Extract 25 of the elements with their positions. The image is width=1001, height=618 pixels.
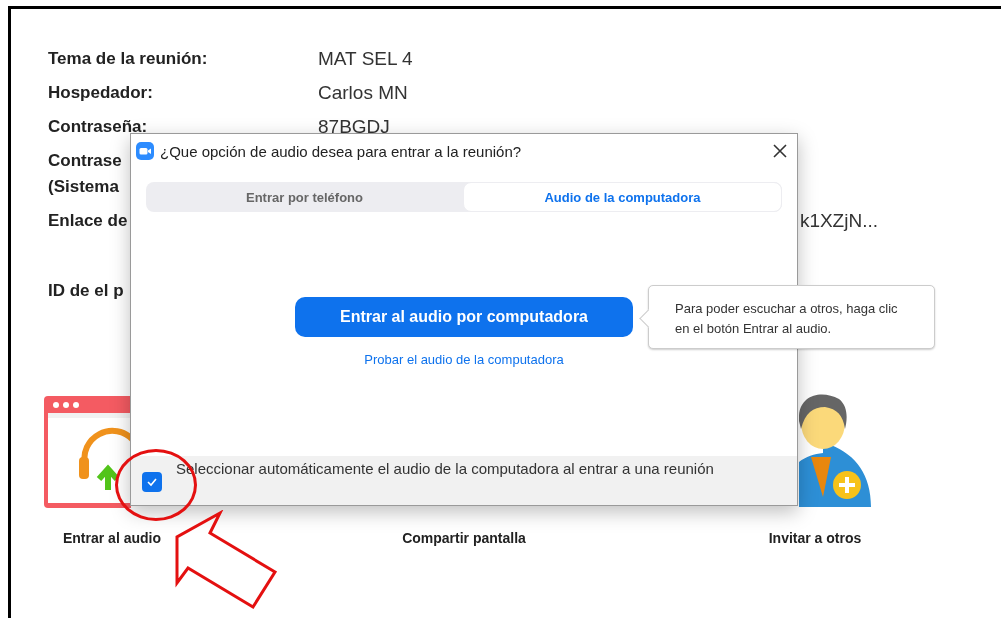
action-label: Compartir pantalla [402,530,526,546]
field-label: Contraseña: [48,116,148,138]
field-value: 87BGDJ [318,116,390,137]
field-value: Carlos MN [318,82,408,103]
field-label: Hospedador: [48,82,153,104]
dialog-title: ¿Que opción de audio desea para entrar a la reunión? [160,142,523,160]
field-label: Tema de la reunión: [48,48,208,70]
field-label: Enlace de [48,210,128,232]
join-audio-button[interactable]: Entrar al audio por computadora [295,297,633,337]
tab[interactable]: Audio de la computadora [463,182,782,212]
action-label: Invitar a otros [768,530,862,546]
action-label: Entrar al audio [63,530,161,546]
field-label: (Sistema [48,176,119,198]
test-audio-link[interactable]: Probar el audio de la computadora [364,352,564,367]
close-icon[interactable] [773,144,787,158]
checkmark-icon [146,476,158,488]
headphones-window-icon[interactable] [43,395,131,510]
tab[interactable]: Entrar por teléfono [146,182,463,212]
field-value: k1XZjN... [799,210,878,231]
field-label: Contrase [48,150,122,172]
field-value: MAT SEL 4 [318,48,413,69]
checkbox[interactable] [142,472,162,492]
tooltip: Para poder escuchar a otros, haga clic en el botón Entrar al audio. [640,283,937,351]
field-label: ID de el p [48,280,124,302]
camera-app-icon [136,142,154,160]
